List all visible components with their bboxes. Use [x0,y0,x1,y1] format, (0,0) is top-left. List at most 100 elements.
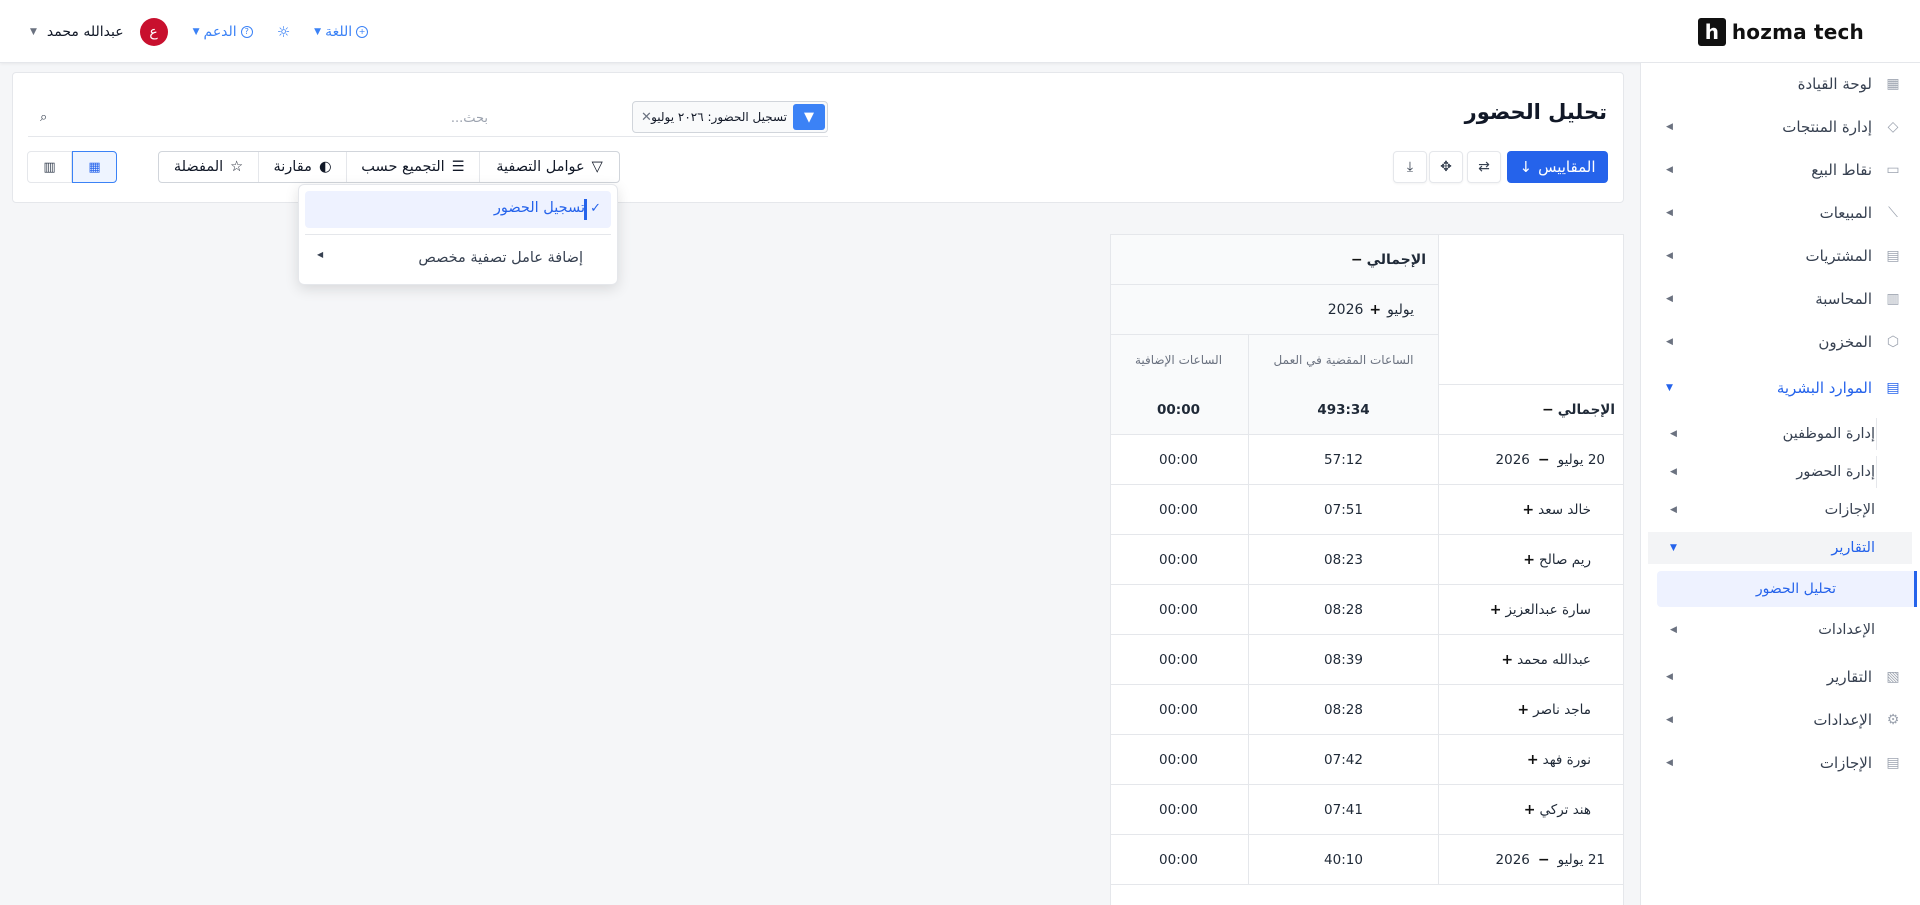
row-header[interactable]: هند تركي + [1438,785,1623,834]
cell-overtime[interactable]: 00:00 [1111,585,1248,634]
cell-hours[interactable]: 07:42 [1248,735,1438,784]
cell-hours[interactable]: 08:23 [1248,535,1438,584]
sidebar-item-settings[interactable]: ⚙ الإعدادات ◀ [1640,703,1920,737]
cell-overtime[interactable]: 00:00 [1111,485,1248,534]
brand-logo[interactable]: h hozma tech [1697,17,1864,47]
cell-overtime[interactable]: 00:00 [1111,535,1248,584]
cell-overtime[interactable]: 00:00 [1111,635,1248,684]
measures-button[interactable]: المقاييس ↓ [1507,151,1608,183]
cell-overtime[interactable]: 00:00 [1111,385,1248,434]
cell-hours[interactable]: 08:28 [1248,685,1438,734]
row-header[interactable]: سارة عبدالعزيز + [1438,585,1623,634]
dropdown-divider [305,234,611,235]
expand-caret-icon: ◀ [1670,467,1677,477]
sidebar-item-hr[interactable]: ▤ الموارد البشرية ▼ [1640,371,1920,405]
sidebar-item-purchases[interactable]: ▤ المشتريات ◀ [1640,239,1920,273]
row-year: 2026 [1495,451,1530,468]
sidebar-item-accounting[interactable]: ▥ المحاسبة ◀ [1640,282,1920,316]
download-button[interactable]: ⤓ [1393,151,1427,183]
collapse-caret-icon: ▼ [1666,383,1673,393]
groupby-toggle[interactable]: ☰ التجميع حسب [346,152,479,182]
flip-axis-button[interactable]: ⇄ [1467,151,1501,183]
cart-icon: ▤ [1886,248,1900,264]
sidebar-subitem-label: إدارة الحضور [1796,464,1875,480]
table-row: ماجد ناصر + 08:28 00:00 [1111,685,1623,735]
filters-toggle[interactable]: ▽ عوامل التصفية [479,152,619,182]
row-header[interactable]: 21 يوليو − 2026 [1438,835,1623,884]
expand-icon: + [1517,701,1530,718]
filter-option-attendance[interactable]: ✓ تسجيل الحضور [305,191,611,228]
search-bar: ⌕ ▼ تسجيل الحضور: ٢٠٢٦ يوليو ✕ [28,99,828,137]
cell-hours[interactable]: 57:12 [1248,435,1438,484]
sidebar-item-pos[interactable]: ▭ نقاط البيع ◀ [1640,153,1920,187]
close-icon[interactable]: ✕ [641,110,652,125]
cell-hours[interactable]: 08:39 [1248,635,1438,684]
cell-overtime[interactable]: 00:00 [1111,735,1248,784]
search-input[interactable] [348,107,488,129]
cell-hours[interactable]: 07:51 [1248,485,1438,534]
support-menu[interactable]: ▼ الدعم ? [193,24,253,40]
sidebar-item-leaves[interactable]: ▤ الإجازات ◀ [1640,746,1920,780]
sidebar-item-label: المخزون [1818,333,1872,351]
sidebar-subitem-reports[interactable]: التقارير ▼ [1648,532,1912,564]
pivot-measure-header-overtime[interactable]: الساعات الإضافية [1111,335,1248,385]
sidebar-subitem-employees[interactable]: إدارة الموظفين ◀ [1640,418,1920,450]
graph-view-button[interactable]: ▥ [27,151,72,183]
pivot-corner-cell [1438,235,1623,385]
sidebar-item-dashboard[interactable]: ▦ لوحة القيادة [1640,67,1920,101]
pivot-col-total-header[interactable]: الإجمالي − [1111,235,1438,285]
collapse-icon: − [1537,851,1550,868]
favorites-toggle[interactable]: ☆ المفضلة [159,152,258,182]
download-icon: ⤓ [1406,159,1414,175]
add-custom-filter[interactable]: إضافة عامل تصفية مخصص ◀ [305,240,611,278]
row-header[interactable]: ريم صالح + [1438,535,1623,584]
sidebar-item-sales[interactable]: ⟋ المبيعات ◀ [1640,196,1920,230]
cell-overtime[interactable]: 00:00 [1111,835,1248,884]
collapse-icon: − [1542,401,1554,418]
sidebar-subitem-attendance[interactable]: إدارة الحضور ◀ [1640,456,1920,488]
pivot-view-button[interactable]: ▦ [72,151,117,183]
cell-hours[interactable]: 08:28 [1248,585,1438,634]
sidebar-subitem-settings[interactable]: الإعدادات ◀ [1640,614,1920,646]
row-label: ماجد ناصر [1533,701,1591,718]
expand-all-button[interactable]: ✥ [1429,151,1463,183]
pivot-measure-header-hours[interactable]: الساعات المقضية في العمل [1248,335,1438,385]
user-menu-caret-icon[interactable]: ▼ [30,27,37,37]
language-menu[interactable]: ▼ اللغة + [314,24,369,40]
avatar[interactable]: ع [139,18,168,46]
sidebar-subitem-leaves[interactable]: الإجازات ◀ [1640,494,1920,526]
theme-toggle-sun-icon[interactable]: ☼ [277,23,290,41]
sidebar-item-label: لوحة القيادة [1797,75,1872,93]
pivot-col-period-header[interactable]: يوليو + 2026 [1111,285,1438,335]
expand-caret-icon: ◀ [1666,758,1673,768]
cell-hours[interactable]: 493:34 [1248,385,1438,434]
cell-hours[interactable]: 40:10 [1248,835,1438,884]
row-header[interactable]: خالد سعد + [1438,485,1623,534]
cell-hours[interactable]: 07:41 [1248,785,1438,834]
cell-overtime[interactable]: 00:00 [1111,685,1248,734]
sidebar-item-products[interactable]: ◇ إدارة المنتجات ◀ [1640,110,1920,144]
sidebar-item-reports[interactable]: ▧ التقارير ◀ [1640,660,1920,694]
box-icon: ⬡ [1886,334,1900,350]
user-name[interactable]: عبدالله محمد [47,24,124,40]
table-row: سارة عبدالعزيز + 08:28 00:00 [1111,585,1623,635]
row-header[interactable]: عبدالله محمد + [1438,635,1623,684]
collapse-icon: − [1350,251,1363,268]
expand-caret-icon: ◀ [1666,208,1673,218]
row-header[interactable]: الإجمالي − [1438,385,1623,434]
sidebar-item-inventory[interactable]: ⬡ المخزون ◀ [1640,325,1920,359]
sidebar-leaf-attendance-analysis[interactable]: تحليل الحضور [1657,571,1917,607]
filters-label: عوامل التصفية [496,159,585,175]
row-header[interactable]: ماجد ناصر + [1438,685,1623,734]
compare-toggle[interactable]: ◐ مقارنة [258,152,346,182]
cell-overtime[interactable]: 00:00 [1111,785,1248,834]
expand-icon: + [1369,301,1382,318]
row-year: 2026 [1495,851,1530,868]
cell-overtime[interactable]: 00:00 [1111,435,1248,484]
row-header[interactable]: نورة فهد + [1438,735,1623,784]
row-label: الإجمالي [1557,401,1615,418]
search-icon[interactable]: ⌕ [40,110,47,125]
row-header[interactable]: 20 يوليو − 2026 [1438,435,1623,484]
move-arrows-icon: ✥ [1440,159,1452,175]
row-label: نورة فهد [1542,751,1591,768]
